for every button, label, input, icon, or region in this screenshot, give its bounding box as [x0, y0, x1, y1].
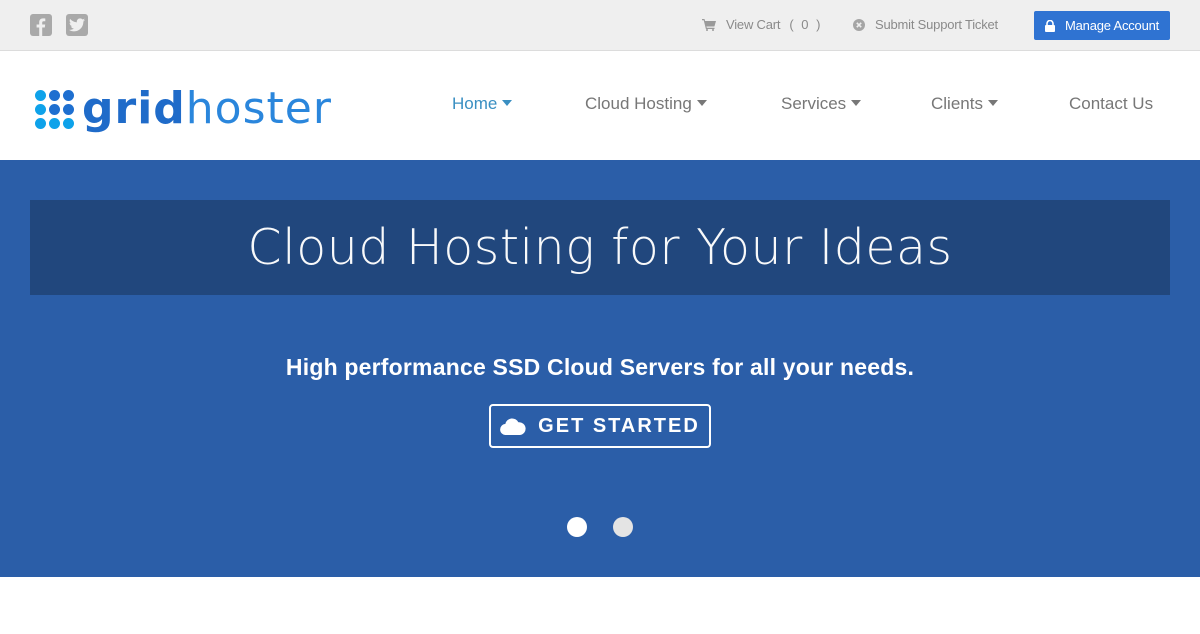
- logo-dot: [63, 117, 74, 129]
- slide-indicator-1[interactable]: [567, 517, 587, 537]
- nav-clients-label: Clients: [931, 94, 983, 113]
- top-bar: View Cart ( 0 ) Submit Support Ticket Ma…: [0, 0, 1200, 51]
- get-started-button[interactable]: GET STARTED: [489, 404, 711, 448]
- cloud-icon: [500, 418, 526, 435]
- facebook-link[interactable]: [30, 14, 52, 36]
- logo-dot: [49, 117, 60, 129]
- view-cart-label: View Cart: [726, 17, 781, 32]
- nav-services-label: Services: [781, 94, 847, 113]
- nav-contact-us-label: Contact Us: [1069, 94, 1154, 113]
- logo-text-bold: grid: [82, 83, 186, 134]
- logo-dot: [63, 89, 74, 101]
- caret-down-icon: [696, 100, 707, 106]
- cart-icon: [702, 18, 716, 31]
- support-ticket-icon: [853, 18, 865, 31]
- submit-ticket-link[interactable]: Submit Support Ticket: [853, 17, 998, 32]
- get-started-label: GET STARTED: [538, 414, 700, 437]
- nav-home[interactable]: Home: [452, 94, 513, 114]
- nav-cloud-hosting[interactable]: Cloud Hosting: [585, 94, 707, 114]
- logo-dots-icon: [35, 89, 74, 129]
- logo-text: gridhoster: [82, 87, 332, 131]
- hero-title-band: Cloud Hosting for Your Ideas: [30, 200, 1170, 295]
- logo-dot: [63, 103, 74, 115]
- nav-services[interactable]: Services: [781, 94, 862, 114]
- logo-dot: [49, 89, 60, 101]
- cart-count: ( 0 ): [789, 17, 823, 32]
- caret-down-icon: [851, 100, 862, 106]
- hero-subtitle: High performance SSD Cloud Servers for a…: [285, 354, 915, 380]
- logo-dot: [35, 89, 46, 101]
- logo[interactable]: gridhoster: [35, 87, 332, 131]
- twitter-icon: [69, 18, 85, 32]
- nav-home-label: Home: [452, 94, 498, 113]
- site-header: gridhoster Home Cloud Hosting Services C…: [0, 51, 1200, 160]
- caret-down-icon: [987, 100, 998, 106]
- manage-account-label: Manage Account: [1065, 18, 1160, 33]
- nav-contact-us[interactable]: Contact Us: [1069, 94, 1153, 114]
- logo-text-light: hoster: [185, 83, 332, 134]
- logo-dot: [49, 103, 60, 115]
- lock-icon: [1045, 19, 1055, 32]
- caret-down-icon: [502, 100, 513, 106]
- page-content: [0, 577, 1200, 634]
- hero-slider: Cloud Hosting for Your Ideas High perfor…: [0, 160, 1200, 577]
- twitter-link[interactable]: [66, 14, 88, 36]
- logo-dot: [35, 117, 46, 129]
- logo-dot: [35, 103, 46, 115]
- slide-indicator-2[interactable]: [613, 517, 633, 537]
- nav-cloud-hosting-label: Cloud Hosting: [585, 94, 692, 113]
- view-cart-link[interactable]: View Cart ( 0 ): [702, 17, 822, 32]
- nav-clients[interactable]: Clients: [931, 94, 998, 114]
- hero-title: Cloud Hosting for Your Ideas: [247, 219, 953, 276]
- facebook-icon: [30, 14, 52, 36]
- submit-ticket-label: Submit Support Ticket: [875, 17, 998, 32]
- manage-account-button[interactable]: Manage Account: [1034, 11, 1170, 40]
